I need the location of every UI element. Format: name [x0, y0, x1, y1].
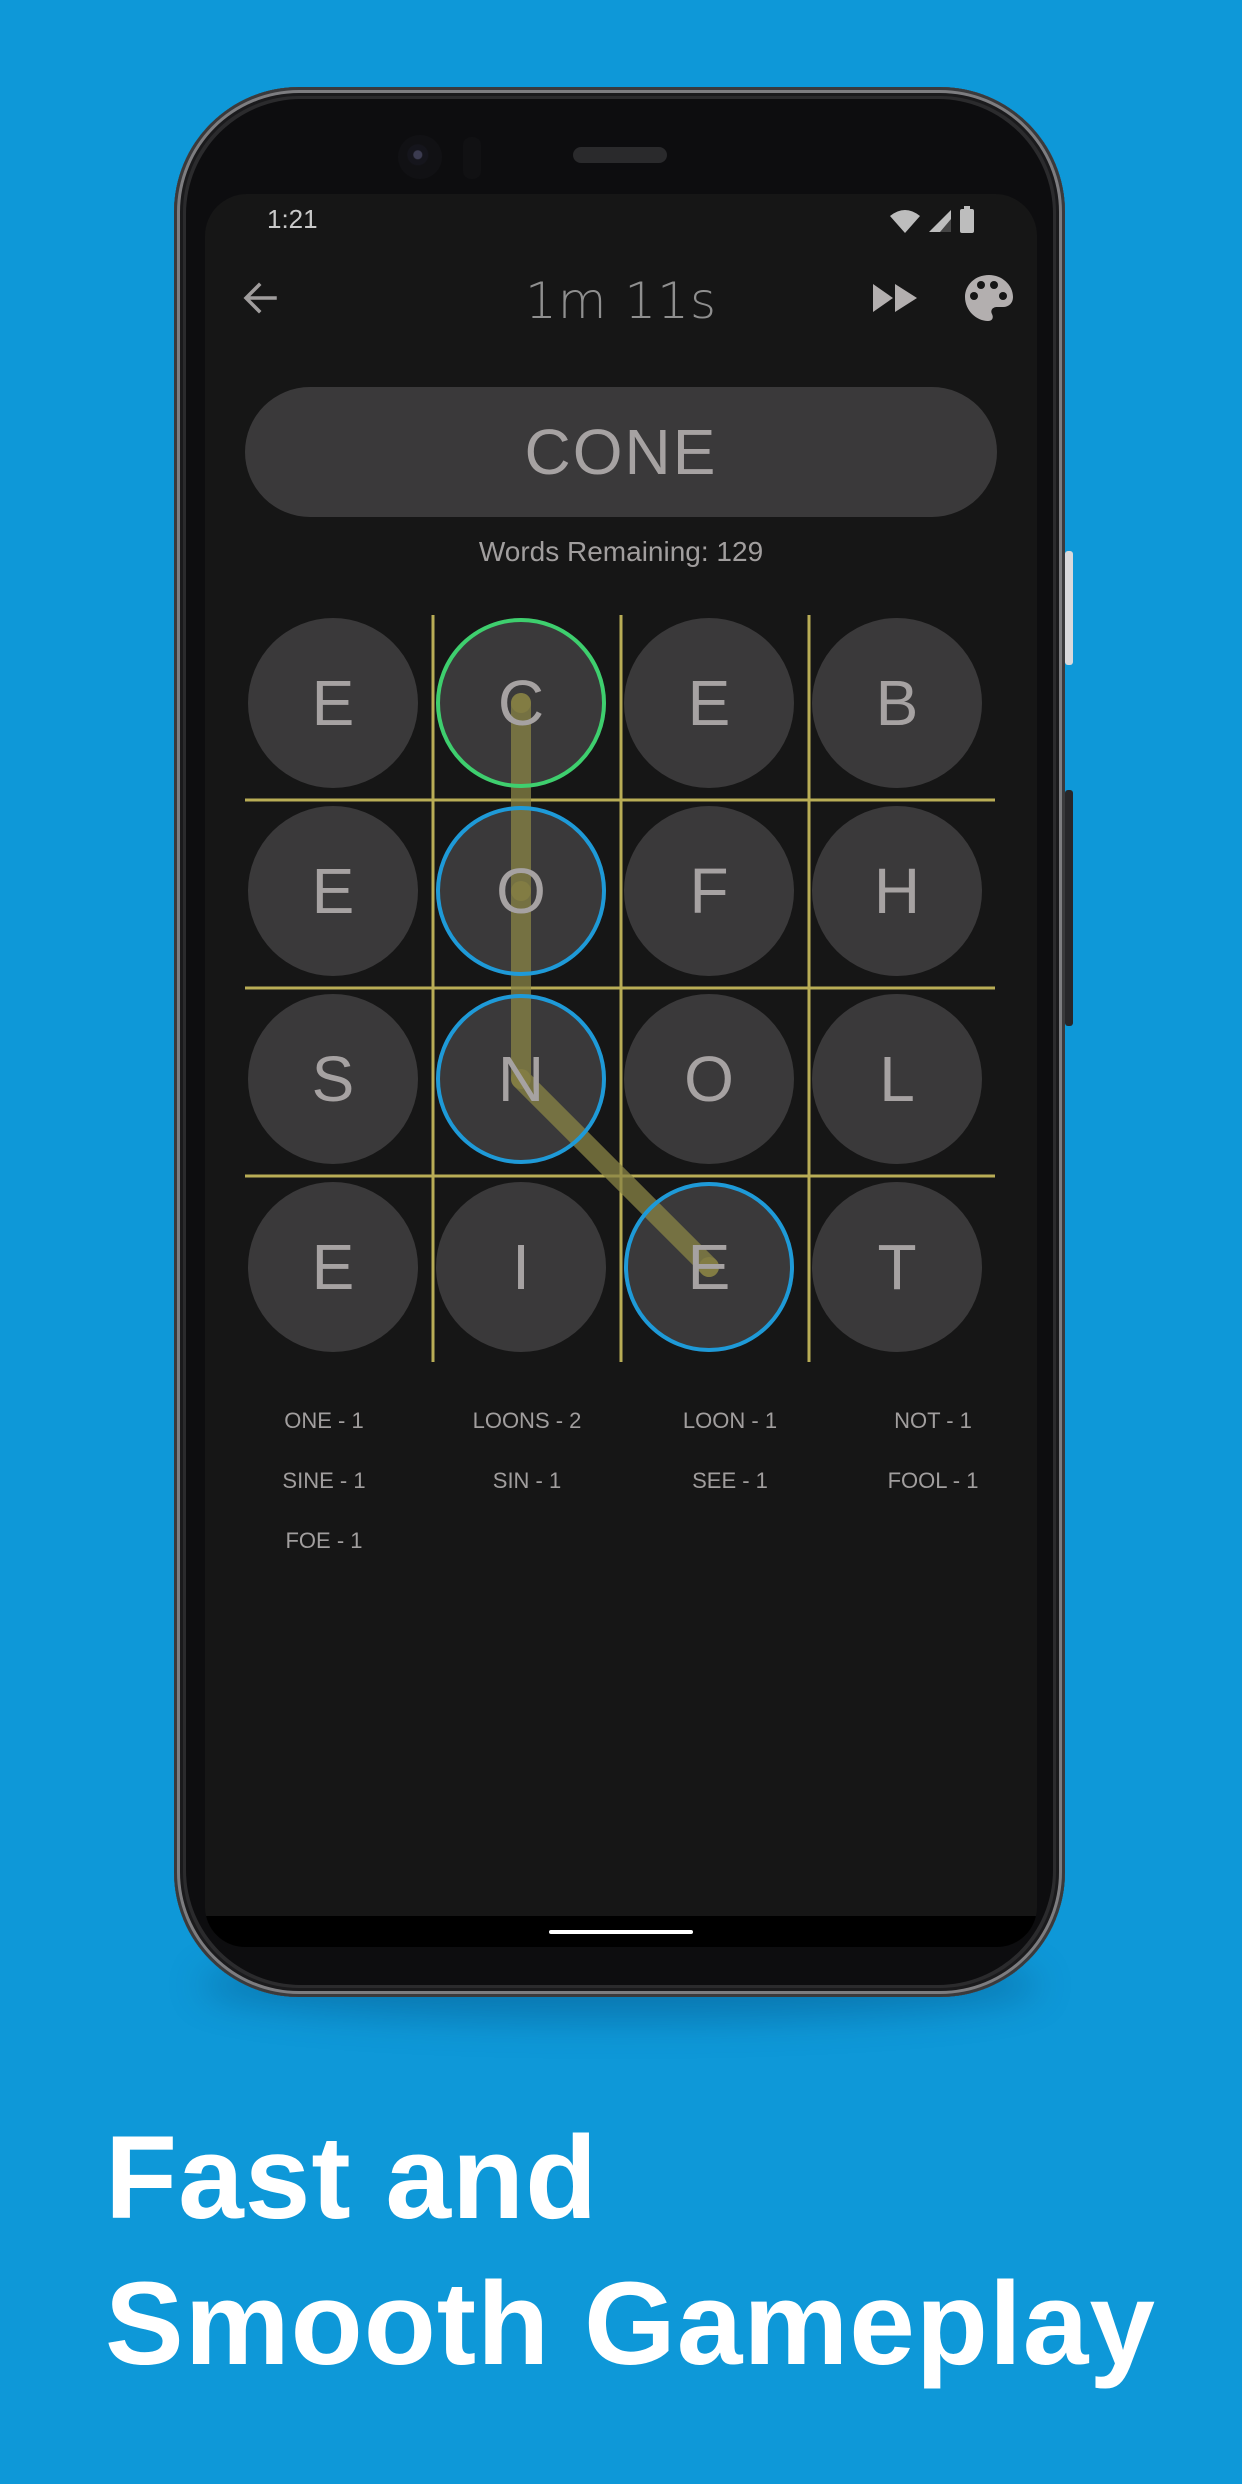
promo-headline: Fast and Smooth Gameplay	[105, 2105, 1156, 2397]
power-button	[1065, 551, 1073, 665]
found-words-list: ONE - 1 LOONS - 2 LOON - 1 NOT - 1 SINE - 1 S…	[245, 1407, 1037, 1555]
found-word: FOE - 1	[285, 1528, 363, 1553]
tile-letter: I	[512, 1231, 530, 1303]
found-word: SINE - 1	[282, 1468, 366, 1493]
found-word: LOON - 1	[682, 1408, 778, 1433]
tile-letter: E	[688, 667, 731, 739]
letter-board: E C E B E O F H S N O L E I E T	[205, 194, 1037, 1947]
app-screen: 1:21 1m 11s CONE Words Remaining: 129 E …	[205, 194, 1037, 1947]
tile-letter: L	[879, 1043, 915, 1115]
tile-letter: N	[498, 1043, 544, 1115]
found-word: LOONS - 2	[472, 1408, 582, 1433]
tile-letter: E	[312, 1231, 355, 1303]
tile-letter: B	[876, 667, 919, 739]
found-word: FOOL - 1	[887, 1468, 979, 1493]
tile-letter: F	[689, 855, 728, 927]
proximity-sensor	[463, 137, 481, 179]
front-camera-icon	[398, 135, 442, 179]
navigation-bar	[205, 1916, 1037, 1947]
tile-letter: O	[496, 855, 546, 927]
tile-letter: E	[312, 667, 355, 739]
found-word: SEE - 1	[692, 1468, 768, 1493]
tile-letter: O	[684, 1043, 734, 1115]
tile-letter: E	[312, 855, 355, 927]
tile-letter: H	[874, 855, 920, 927]
earpiece-speaker	[573, 147, 667, 163]
selection-trail	[511, 693, 719, 1277]
found-word: NOT - 1	[894, 1408, 972, 1433]
found-word: ONE - 1	[284, 1408, 364, 1433]
tile-letter: C	[498, 667, 544, 739]
tile-letter: E	[688, 1231, 731, 1303]
promo-line-2: Smooth Gameplay	[105, 2258, 1157, 2390]
promo-line-1: Fast and	[105, 2112, 599, 2244]
letter-board-canvas: E C E B E O F H S N O L E I E T	[245, 615, 995, 1362]
tile-letter: T	[877, 1231, 916, 1303]
volume-button	[1065, 790, 1073, 1026]
tile-letter: S	[312, 1043, 355, 1115]
found-word: SIN - 1	[492, 1468, 562, 1493]
home-indicator[interactable]	[549, 1930, 693, 1934]
